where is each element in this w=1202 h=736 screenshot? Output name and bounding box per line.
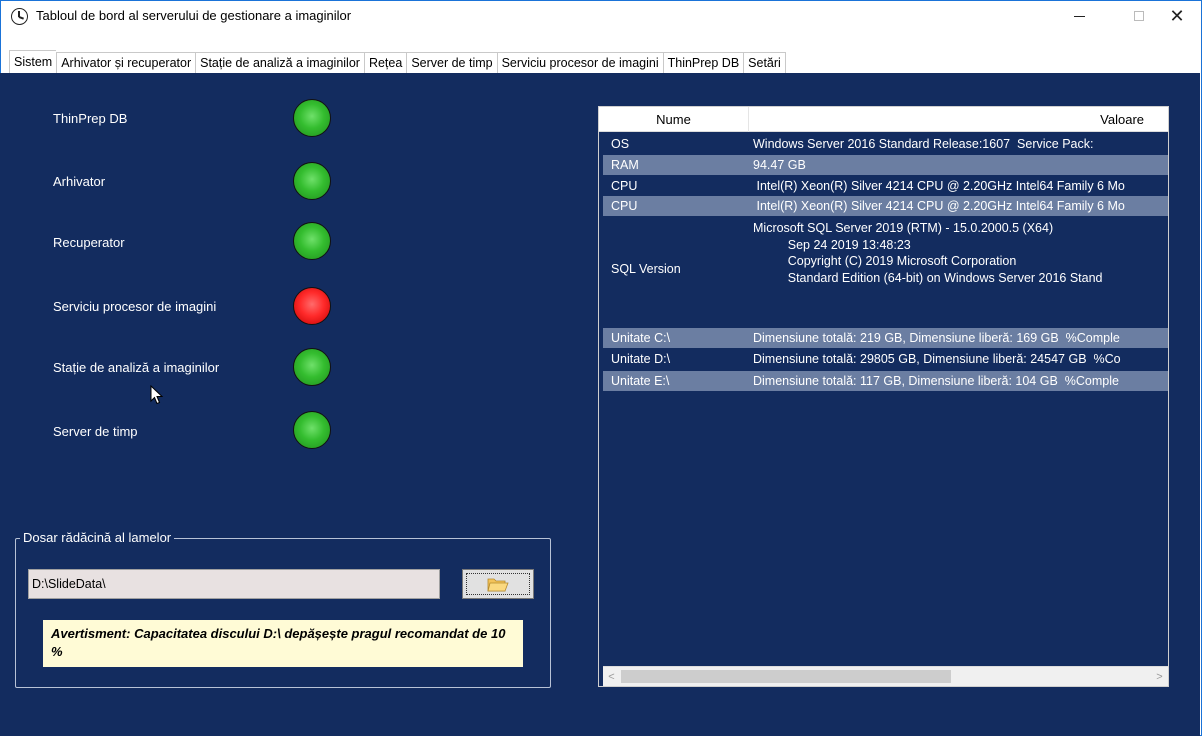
status-led-arhivator-icon [293, 162, 331, 200]
list-rows: OS Windows Server 2016 Standard Release:… [603, 133, 1168, 391]
scrollbar-thumb[interactable] [621, 670, 951, 683]
tab-statie-analiza[interactable]: Stație de analiză a imaginilor [195, 52, 364, 74]
item-value: Dimensiune totală: 219 GB, Dimensiune li… [753, 331, 1120, 345]
minimize-button[interactable] [1056, 1, 1102, 31]
column-header-value[interactable]: Valoare [749, 107, 1168, 132]
list-item[interactable]: OS Windows Server 2016 Standard Release:… [603, 133, 1168, 155]
list-item[interactable]: RAM 94.47 GB [603, 155, 1168, 175]
list-header: Nume Valoare [599, 107, 1168, 132]
mouse-cursor-icon [150, 385, 164, 405]
maximize-icon [1134, 11, 1144, 21]
item-name: SQL Version [611, 262, 681, 276]
tab-server-timp[interactable]: Server de timp [406, 52, 497, 74]
status-led-statie-icon [293, 348, 331, 386]
item-name: CPU [611, 179, 638, 193]
item-name: OS [611, 137, 630, 151]
tab-thinprep-db[interactable]: ThinPrep DB [662, 52, 744, 74]
list-item[interactable]: CPU Intel(R) Xeon(R) Silver 4214 CPU @ 2… [603, 175, 1168, 196]
list-item[interactable]: SQL Version Microsoft SQL Server 2019 (R… [603, 216, 1168, 328]
list-item[interactable]: Unitate C:\ Dimensiune totală: 219 GB, D… [603, 328, 1168, 348]
scroll-right-icon[interactable]: > [1151, 667, 1168, 686]
tab-retea[interactable]: Rețea [363, 52, 407, 74]
tab-sistem[interactable]: Sistem [9, 50, 57, 74]
status-label-thinprep: ThinPrep DB [53, 111, 128, 126]
tab-serviciu-procesor[interactable]: Serviciu procesor de imagini [496, 52, 663, 74]
item-value: Windows Server 2016 Standard Release:160… [753, 137, 1094, 151]
item-value: Microsoft SQL Server 2019 (RTM) - 15.0.2… [753, 221, 1103, 285]
window-title: Tabloul de bord al serverului de gestion… [36, 8, 352, 23]
item-value: Dimensiune totală: 117 GB, Dimensiune li… [753, 374, 1119, 388]
column-header-name[interactable]: Nume [599, 107, 749, 132]
minimize-icon [1073, 15, 1085, 17]
tab-setari[interactable]: Setări [743, 52, 786, 74]
list-item[interactable]: Unitate D:\ Dimensiune totală: 29805 GB,… [603, 348, 1168, 371]
tab-strip: Sistem Arhivator și recuperator Stație d… [9, 50, 786, 74]
folder-open-icon [487, 578, 509, 591]
item-name: Unitate E:\ [611, 374, 670, 388]
item-name: Unitate C:\ [611, 331, 671, 345]
status-led-recuperator-icon [293, 222, 331, 260]
status-label-server-timp: Server de timp [53, 424, 138, 439]
status-label-procesor: Serviciu procesor de imagini [53, 299, 217, 314]
status-led-server-timp-icon [293, 411, 331, 449]
root-folder-path-input[interactable] [28, 569, 440, 599]
item-value: 94.47 GB [753, 158, 806, 172]
list-item[interactable]: CPU Intel(R) Xeon(R) Silver 4214 CPU @ 2… [603, 196, 1168, 216]
system-info-list[interactable]: Nume Valoare OS Windows Server 2016 Stan… [598, 106, 1169, 687]
status-label-statie: Stație de analiză a imaginilor [53, 360, 220, 375]
status-label-arhivator: Arhivator [53, 174, 106, 189]
scroll-left-icon[interactable]: < [603, 667, 620, 686]
status-label-recuperator: Recuperator [53, 235, 125, 250]
status-led-thinprep-icon [293, 99, 331, 137]
title-bar[interactable]: Tabloul de bord al serverului de gestion… [1, 1, 1201, 31]
item-name: RAM [611, 158, 639, 172]
root-folder-group-title: Dosar rădăcină al lamelor [20, 530, 175, 545]
item-value: Intel(R) Xeon(R) Silver 4214 CPU @ 2.20G… [753, 179, 1125, 193]
item-name: CPU [611, 199, 638, 213]
dashboard-gauge-icon [11, 8, 28, 25]
item-name: Unitate D:\ [611, 352, 671, 366]
tab-arhivator-recuperator[interactable]: Arhivator și recuperator [56, 52, 196, 74]
item-value: Dimensiune totală: 29805 GB, Dimensiune … [753, 352, 1121, 366]
item-value: Intel(R) Xeon(R) Silver 4214 CPU @ 2.20G… [753, 199, 1125, 213]
status-led-procesor-icon [293, 287, 331, 325]
close-icon: ✕ [1169, 5, 1185, 26]
browse-folder-button[interactable] [462, 569, 534, 599]
horizontal-scrollbar[interactable]: < > [603, 666, 1168, 686]
list-item[interactable]: Unitate E:\ Dimensiune totală: 117 GB, D… [603, 371, 1168, 391]
disk-capacity-warning: Avertisment: Capacitatea discului D:\ de… [43, 620, 523, 667]
close-button[interactable]: ✕ [1154, 1, 1200, 31]
